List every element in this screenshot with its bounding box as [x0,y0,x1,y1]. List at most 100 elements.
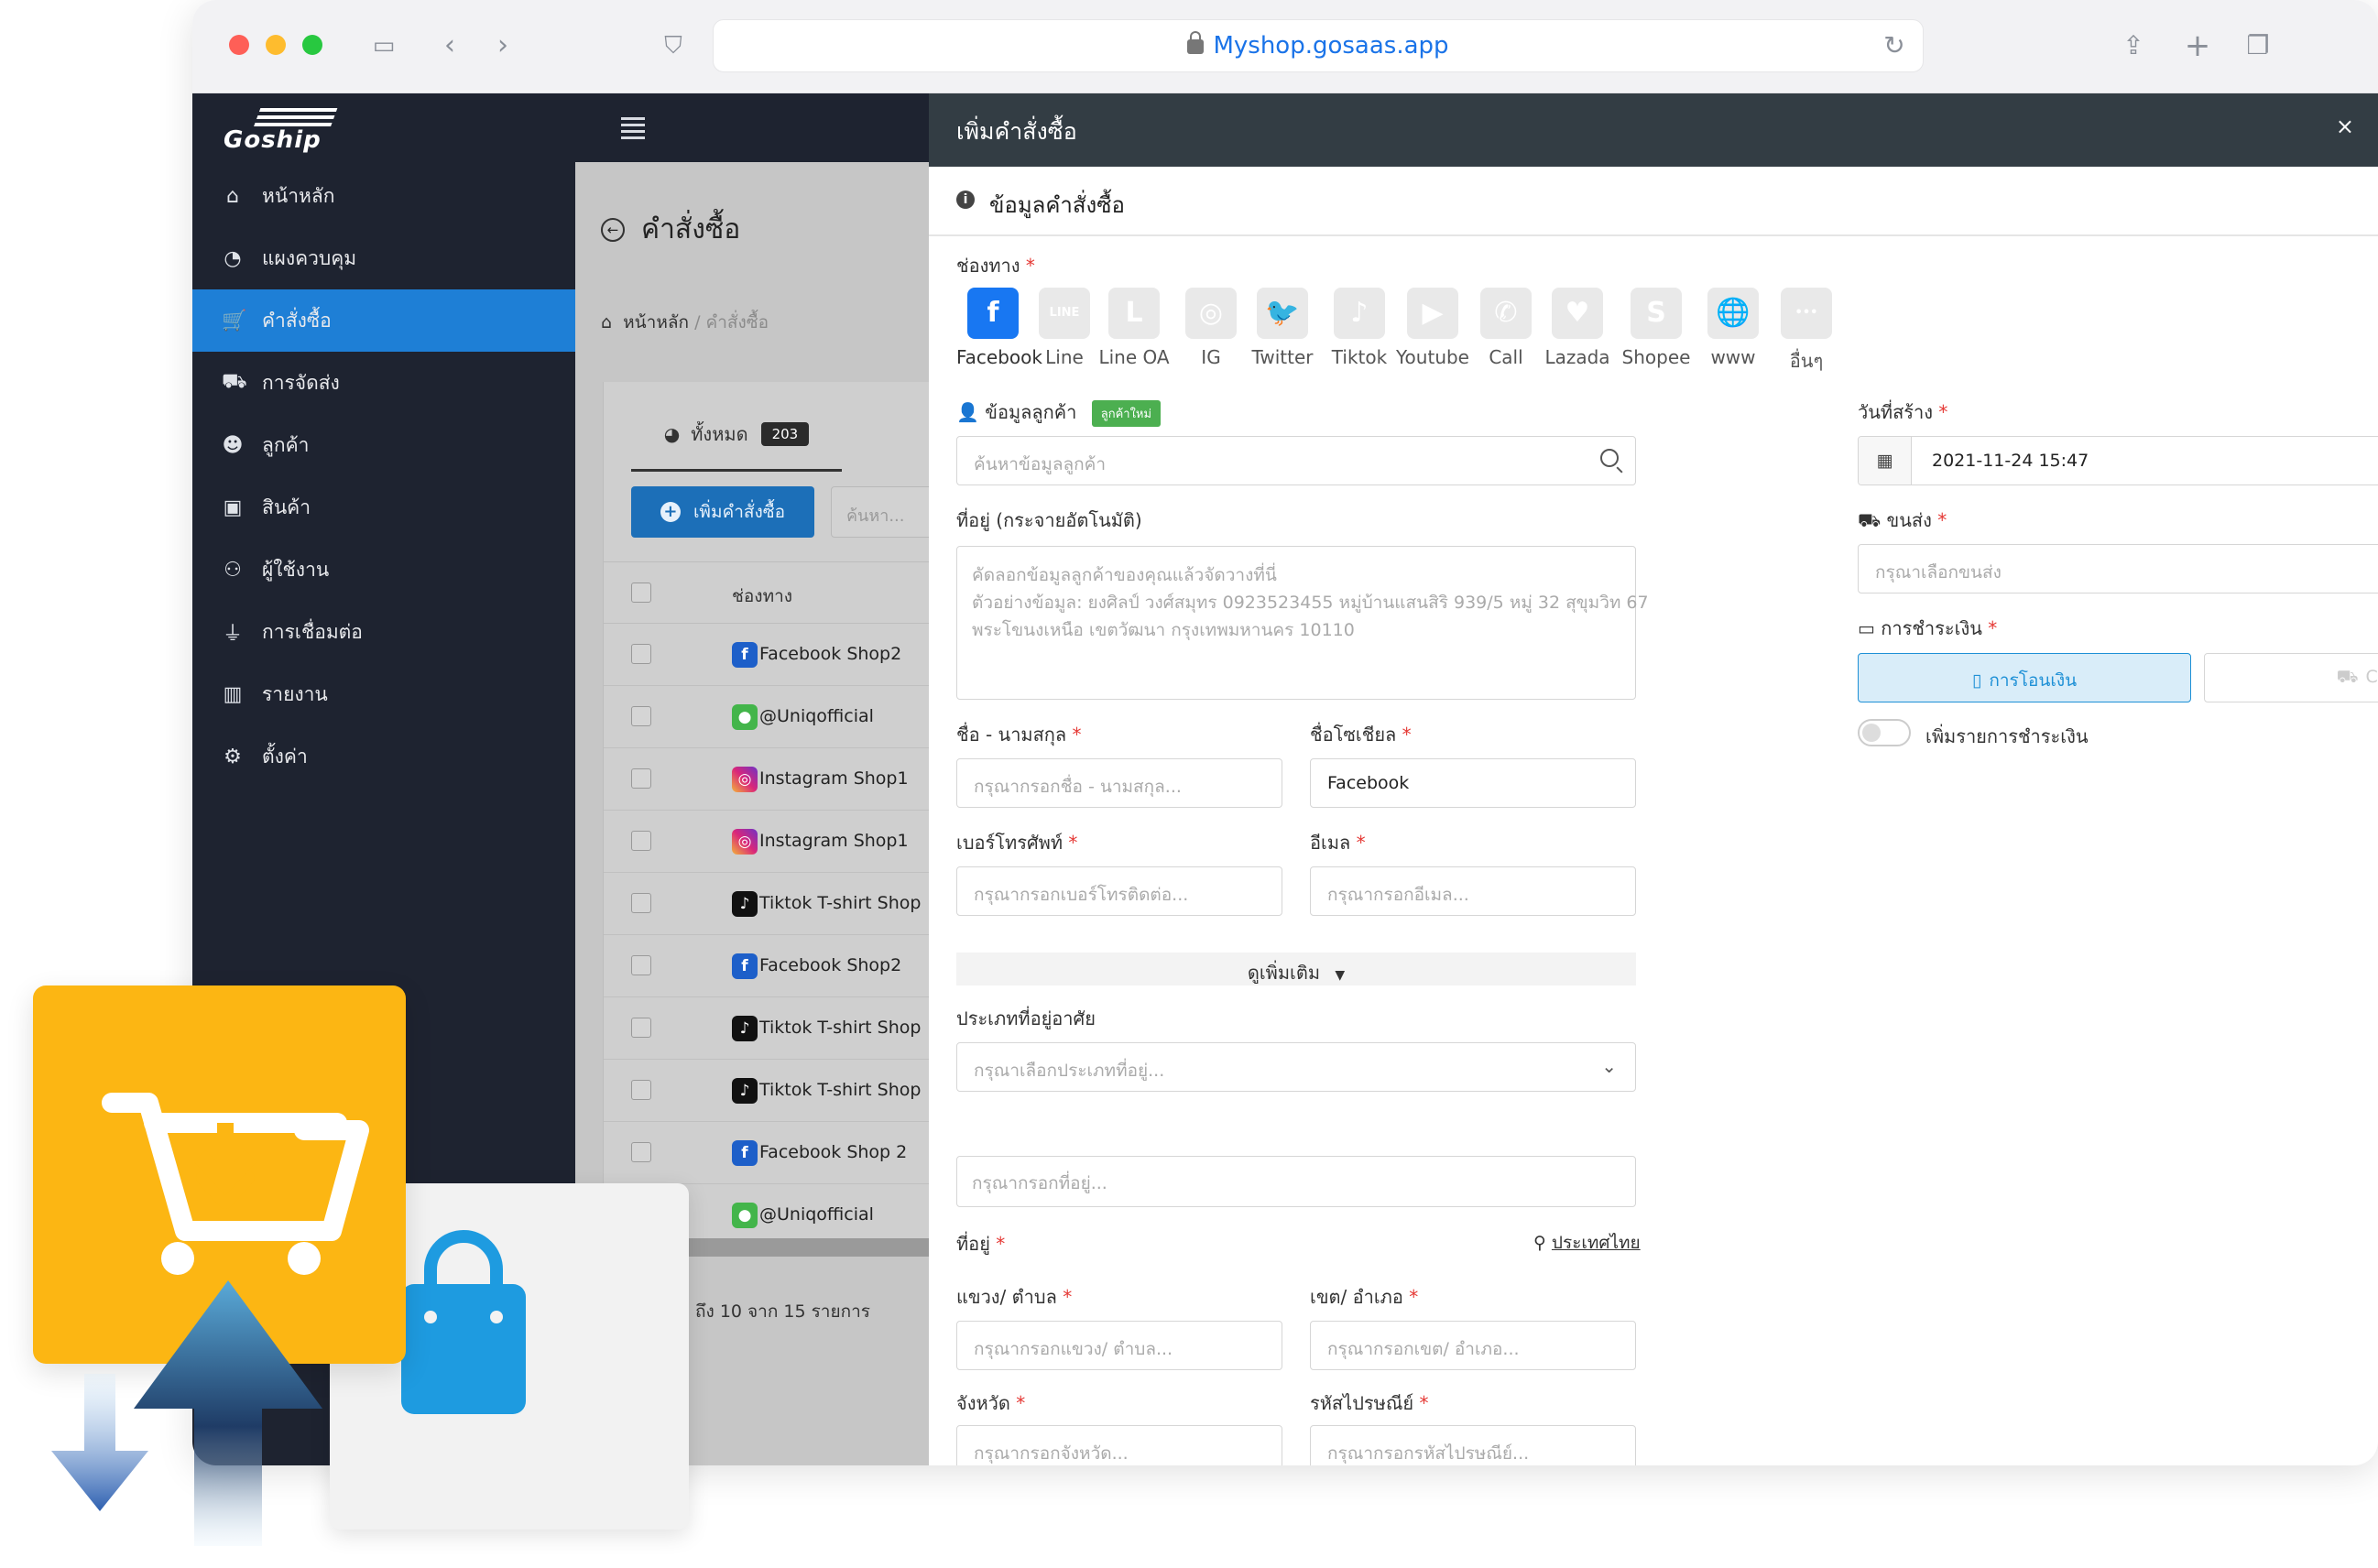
menu-toggle-icon[interactable] [621,117,645,139]
back-icon[interactable]: ‹ [432,29,467,62]
auto-address-textarea[interactable]: คัดลอกข้อมูลลูกค้าของคุณแล้วจัดวางที่นี่… [956,546,1649,700]
section-header: i ข้อมูลคำสั่งซื้อ [929,167,2378,236]
row-channel-name: Tiktok T-shirt Shop [759,1018,922,1038]
back-circle-icon[interactable]: ← [601,217,625,242]
cart-icon: 🛒 [222,309,247,332]
truck-icon: ⛟ [2336,667,2359,687]
add-order-modal: เพิ่มคำสั่งซื้อ × i ข้อมูลคำสั่งซื้อ ช่อ… [929,93,2378,1465]
channel-option-6[interactable]: ▶ Youtube [1396,288,1469,368]
row-checkbox[interactable] [631,831,651,851]
channel-option-11[interactable]: ••• อื่นๆ [1770,288,1843,376]
sidebar-item-4[interactable]: ☻ ลูกค้า [192,414,575,476]
channel-label: ช่องทาง * [956,255,1035,277]
sidebar-item-8[interactable]: ▥ รายงาน [192,663,575,725]
residence-type-select[interactable]: กรุณาเลือกประเภทที่อยู่... ⌄ [956,1042,1636,1092]
add-payment-toggle[interactable] [1858,719,1911,746]
share-icon[interactable]: ⇪ [2116,29,2151,62]
row-checkbox[interactable] [631,644,651,664]
sidebar-item-0[interactable]: ⌂ หน้าหลัก [192,165,575,227]
sidebar-item-9[interactable]: ⚙ ตั้งค่า [192,725,575,788]
sidebar-item-label: สินค้า [262,495,311,518]
lazada-icon: ♥ [1552,288,1603,339]
province-label: จังหวัด * [956,1392,1026,1414]
fb-channel-icon: f [732,953,758,979]
created-date-input[interactable]: ▦ 2021-11-24 15:47 [1858,436,2378,485]
modal-header: เพิ่มคำสั่งซื้อ × [929,93,2378,167]
new-customer-badge[interactable]: ลูกค้าใหม่ [1091,400,1162,427]
address-bar[interactable]: Myshop.gosaas.app ↻ [713,19,1924,72]
name-input[interactable]: กรุณากรอกชื่อ - นามสกุล... [956,758,1282,808]
maximize-window-dot[interactable] [302,35,322,55]
fb-channel-icon: f [732,642,758,668]
channel-option-10[interactable]: 🌐 www [1696,288,1770,368]
tabs-overview-icon[interactable]: ❐ [2241,29,2275,62]
upload-arrow-icon [134,1280,322,1546]
breadcrumb-home[interactable]: หน้าหลัก [623,312,689,332]
channel-option-2[interactable]: L Line OA [1097,288,1171,368]
payment-transfer-button[interactable]: ▯ การโอนเงิน [1858,653,2191,702]
row-checkbox[interactable] [631,706,651,726]
country-link[interactable]: ⚲ ประเทศไทย [1533,1229,1641,1257]
tab-all[interactable]: ◕ ทั้งหมด 203 [631,398,842,472]
channel-option-1[interactable]: LINE Line [1028,288,1101,368]
district-input[interactable]: กรุณากรอกเขต/ อำเภอ... [1310,1321,1636,1370]
column-channel: ช่องทาง [732,586,793,606]
email-input[interactable]: กรุณากรอกอีเมล... [1310,866,1636,916]
shield-icon[interactable]: ⛉ [656,29,691,62]
customer-info-text: ข้อมูลลูกค้า [985,401,1077,423]
carrier-select[interactable]: กรุณาเลือกขนส่ง ⌄ [1858,544,2378,593]
channel-option-5[interactable]: ♪ Tiktok [1323,288,1396,368]
row-channel-name: Facebook Shop 2 [759,1142,908,1162]
reload-icon[interactable]: ↻ [1877,29,1912,62]
home-icon: ⌂ [601,312,613,332]
channel-option-0[interactable]: f Facebook [956,288,1042,368]
channel-option-9[interactable]: S Shopee [1620,288,1693,368]
sidebar-item-2[interactable]: 🛒 คำสั่งซื้อ [192,289,575,352]
row-checkbox[interactable] [631,893,651,913]
row-checkbox[interactable] [631,1018,651,1038]
channel-option-4[interactable]: 🐦 Twitter [1246,288,1319,368]
close-window-dot[interactable] [229,35,249,55]
payment-cod-button[interactable]: ⛟COD [2204,653,2378,702]
social-name-input[interactable]: Facebook [1310,758,1636,808]
postcode-input[interactable]: กรุณากรอกรหัสไปรษณีย์... [1310,1425,1636,1465]
row-checkbox[interactable] [631,1142,651,1162]
created-date-label: วันที่สร้าง * [1858,401,1948,423]
url-text: Myshop.gosaas.app [1213,32,1449,60]
channel-option-8[interactable]: ♥ Lazada [1541,288,1614,368]
forward-icon[interactable]: › [485,29,520,62]
row-checkbox[interactable] [631,768,651,789]
province-input[interactable]: กรุณากรอกจังหวัด... [956,1425,1282,1465]
close-icon[interactable]: × [2336,114,2354,139]
sidebar-item-5[interactable]: ▣ สินค้า [192,476,575,539]
goship-logo: Goship [220,103,339,154]
sidebar-item-1[interactable]: ◔ แผงควบคุม [192,227,575,289]
see-more-toggle[interactable]: ดูเพิ่มเติม ▼ [956,953,1636,985]
channel-label: Call [1489,346,1523,368]
new-tab-icon[interactable]: + [2180,29,2215,62]
row-channel-name: Facebook Shop2 [759,644,902,664]
sidebar-item-7[interactable]: ⏚ การเชื่อมต่อ [192,601,575,663]
search-icon[interactable] [1600,449,1619,467]
home-icon: ⌂ [226,184,239,208]
row-checkbox[interactable] [631,1080,651,1100]
auto-address-placeholder-line3: พระโขนงเหนือ เขตวัฒนา กรุงเทพมหานคร 1011… [972,620,1355,640]
sidebar-toggle-icon[interactable]: ▭ [366,29,401,62]
add-order-button[interactable]: + เพิ่มคำสั่งซื้อ [631,486,814,538]
channel-option-3[interactable]: ◎ IG [1174,288,1248,368]
calendar-icon: ▦ [1859,437,1912,485]
sidebar-item-3[interactable]: ⛟ การจัดส่ง [192,352,575,414]
channel-option-7[interactable]: ✆ Call [1469,288,1543,368]
sidebar-item-6[interactable]: ⚇ ผู้ใช้งาน [192,539,575,601]
minimize-window-dot[interactable] [266,35,286,55]
subdistrict-input[interactable]: กรุณากรอกแขวง/ ตำบล... [956,1321,1282,1370]
customer-search-input[interactable]: ค้นหาข้อมูลลูกค้า [956,436,1636,485]
select-all-checkbox[interactable] [631,583,651,603]
sidebar-item-label: การเชื่อมต่อ [262,620,363,643]
chevron-down-icon: ⌄ [1601,1055,1617,1077]
row-checkbox[interactable] [631,955,651,975]
plus-icon: + [660,502,681,522]
address-detail-textarea[interactable]: กรุณากรอกที่อยู่... [956,1156,1636,1207]
sidebar-item-label: แผงควบคุม [262,246,357,269]
phone-input[interactable]: กรุณากรอกเบอร์โทรติดต่อ... [956,866,1282,916]
